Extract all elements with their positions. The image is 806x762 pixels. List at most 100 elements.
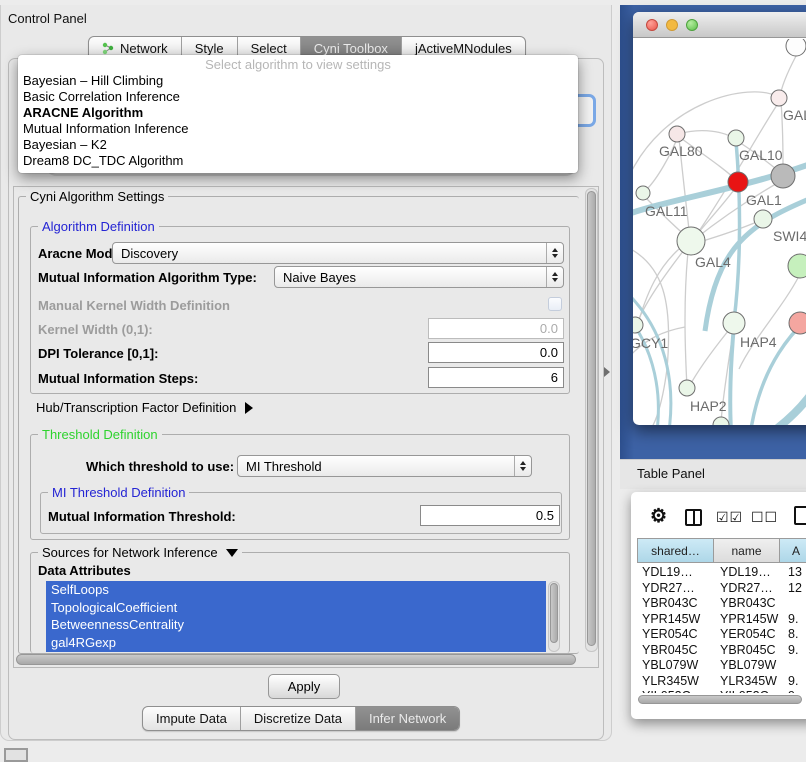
cyni-settings-group-title: Cyni Algorithm Settings xyxy=(26,189,168,204)
network-window-titlebar[interactable] xyxy=(633,12,806,38)
settings-vertical-scrollbar[interactable] xyxy=(585,188,598,652)
list-item[interactable]: gal4RGexp xyxy=(46,634,546,652)
settings-horizontal-scrollbar[interactable] xyxy=(16,654,582,666)
node-top-partial[interactable] xyxy=(786,39,806,56)
column-layout-icon[interactable] xyxy=(685,509,702,526)
network-graph: GALGAL80GAL10GAL1GAL11SWI4GAL4GCY1HAP4YH… xyxy=(633,39,806,425)
unchecked-columns-icon[interactable]: ☐☐ xyxy=(751,509,778,526)
dropdown-item-selected[interactable]: ARACNE Algorithm xyxy=(18,105,578,121)
apply-button[interactable]: Apply xyxy=(268,674,340,699)
node-bright-green[interactable] xyxy=(788,254,806,278)
network-edge[interactable] xyxy=(730,325,734,425)
node-gal4-label: GAL4 xyxy=(695,254,731,270)
node-gal10-label: GAL10 xyxy=(739,147,783,163)
node-gal1-red[interactable] xyxy=(728,172,748,192)
manual-kernel-width-label: Manual Kernel Width Definition xyxy=(38,298,230,313)
dropdown-placeholder: Select algorithm to view settings xyxy=(18,55,578,73)
node-swi4-label: SWI4 xyxy=(773,228,806,244)
data-attributes-list[interactable]: SelfLoops TopologicalCoefficient Between… xyxy=(46,581,546,652)
network-edge[interactable] xyxy=(771,357,806,425)
algorithm-definition-title: Algorithm Definition xyxy=(38,219,159,234)
minimize-traffic-light[interactable] xyxy=(666,19,678,31)
node-salmon[interactable] xyxy=(789,312,806,334)
sources-group-title[interactable]: Sources for Network Inference xyxy=(38,545,242,560)
node-gal4[interactable] xyxy=(677,227,705,255)
combo-stepper-icon xyxy=(546,243,563,263)
node-gcy1[interactable] xyxy=(633,317,643,333)
kernel-width-label: Kernel Width (0,1): xyxy=(38,322,153,337)
hub-definition-toggle[interactable]: Hub/Transcription Factor Definition xyxy=(36,400,253,415)
node-gcy1-label: GCY1 xyxy=(633,335,668,351)
which-threshold-label: Which threshold to use: xyxy=(86,459,234,474)
node-gal80[interactable] xyxy=(669,126,685,142)
data-attributes-label: Data Attributes xyxy=(38,563,131,578)
mi-algorithm-type-label: Mutual Information Algorithm Type: xyxy=(38,270,257,285)
dropdown-item[interactable]: Dream8 DC_TDC Algorithm xyxy=(18,153,578,169)
node-gal10[interactable] xyxy=(728,130,744,146)
node-hap2[interactable] xyxy=(679,380,695,396)
manual-kernel-width-checkbox[interactable] xyxy=(548,297,562,311)
bottom-tabbar: Impute Data Discretize Data Infer Networ… xyxy=(142,706,460,731)
control-panel-title: Control Panel xyxy=(8,11,87,26)
kernel-width-field[interactable]: 0.0 xyxy=(428,318,564,339)
network-edge[interactable] xyxy=(685,242,689,387)
node-bottom-partial[interactable] xyxy=(713,417,729,425)
dropdown-item[interactable]: Mutual Information Inference xyxy=(18,121,578,137)
network-edge[interactable] xyxy=(678,131,735,139)
dpi-tolerance-field[interactable]: 0.0 xyxy=(428,342,564,363)
column-header-name[interactable]: name xyxy=(713,538,780,563)
expanded-arrow-icon xyxy=(226,549,238,557)
combo-stepper-icon xyxy=(514,456,531,476)
new-table-icon[interactable] xyxy=(794,506,806,525)
dropdown-item[interactable]: Basic Correlation Inference xyxy=(18,89,578,105)
table-horizontal-scrollbar[interactable] xyxy=(637,694,806,705)
divider-grip-icon[interactable] xyxy=(604,367,610,377)
node-gal1-red-label: GAL1 xyxy=(746,192,782,208)
mi-threshold-label: Mutual Information Threshold: xyxy=(48,509,236,524)
combo-stepper-icon xyxy=(546,267,563,287)
column-header-shared-name[interactable]: shared… xyxy=(637,538,714,563)
attributes-list-scrollbar[interactable] xyxy=(548,581,560,652)
node-swi4[interactable] xyxy=(754,210,772,228)
column-header-partial[interactable]: A xyxy=(779,538,806,563)
which-threshold-combo[interactable]: MI Threshold xyxy=(237,455,532,477)
network-edge[interactable] xyxy=(637,249,679,327)
close-traffic-light[interactable] xyxy=(646,19,658,31)
gear-icon[interactable]: ⚙ xyxy=(650,505,667,528)
node-hap4[interactable] xyxy=(723,312,745,334)
node-hap2-label: HAP2 xyxy=(690,398,727,414)
checked-columns-icon[interactable]: ☑☑ xyxy=(716,509,743,526)
collapsed-panel-icon[interactable] xyxy=(4,748,28,762)
network-edge[interactable] xyxy=(633,291,671,425)
node-gray[interactable] xyxy=(771,164,795,188)
node-gal11[interactable] xyxy=(636,186,650,200)
network-tab-icon xyxy=(102,42,115,55)
threshold-definition-title: Threshold Definition xyxy=(38,427,162,442)
algorithm-dropdown-popup: Select algorithm to view settings Bayesi… xyxy=(18,55,578,173)
network-edge[interactable] xyxy=(633,92,778,181)
node-gal80-label: GAL80 xyxy=(659,143,703,159)
list-item[interactable]: TopologicalCoefficient xyxy=(46,599,546,617)
node-gal11-label: GAL11 xyxy=(645,203,688,219)
mi-threshold-group-title: MI Threshold Definition xyxy=(48,485,189,500)
aracne-mode-combo[interactable]: Discovery xyxy=(112,242,564,264)
screen: Control Panel □ ✕ Network Style Select C… xyxy=(0,0,806,762)
dropdown-item[interactable]: Bayesian – K2 xyxy=(18,137,578,153)
network-canvas[interactable]: GALGAL80GAL10GAL1GAL11SWI4GAL4GCY1HAP4YH… xyxy=(633,39,806,425)
node-hap4-label: HAP4 xyxy=(740,334,777,350)
node-gal-pink[interactable] xyxy=(771,90,787,106)
dpi-tolerance-label: DPI Tolerance [0,1]: xyxy=(38,346,158,361)
dropdown-item[interactable]: Bayesian – Hill Climbing xyxy=(18,73,578,89)
tab-impute-data[interactable]: Impute Data xyxy=(143,707,240,730)
network-edge[interactable] xyxy=(637,241,691,323)
mi-steps-field[interactable]: 6 xyxy=(428,367,564,388)
zoom-traffic-light[interactable] xyxy=(686,19,698,31)
list-item[interactable]: SelfLoops xyxy=(46,581,546,599)
table-panel-title: Table Panel xyxy=(637,466,705,481)
tab-infer-network[interactable]: Infer Network xyxy=(355,707,459,730)
node-gal-pink-label: GAL xyxy=(783,107,806,123)
list-item[interactable]: BetweennessCentrality xyxy=(46,616,546,634)
tab-discretize-data[interactable]: Discretize Data xyxy=(240,707,355,730)
mi-threshold-field[interactable]: 0.5 xyxy=(420,505,560,526)
mi-algorithm-type-combo[interactable]: Naive Bayes xyxy=(274,266,564,288)
